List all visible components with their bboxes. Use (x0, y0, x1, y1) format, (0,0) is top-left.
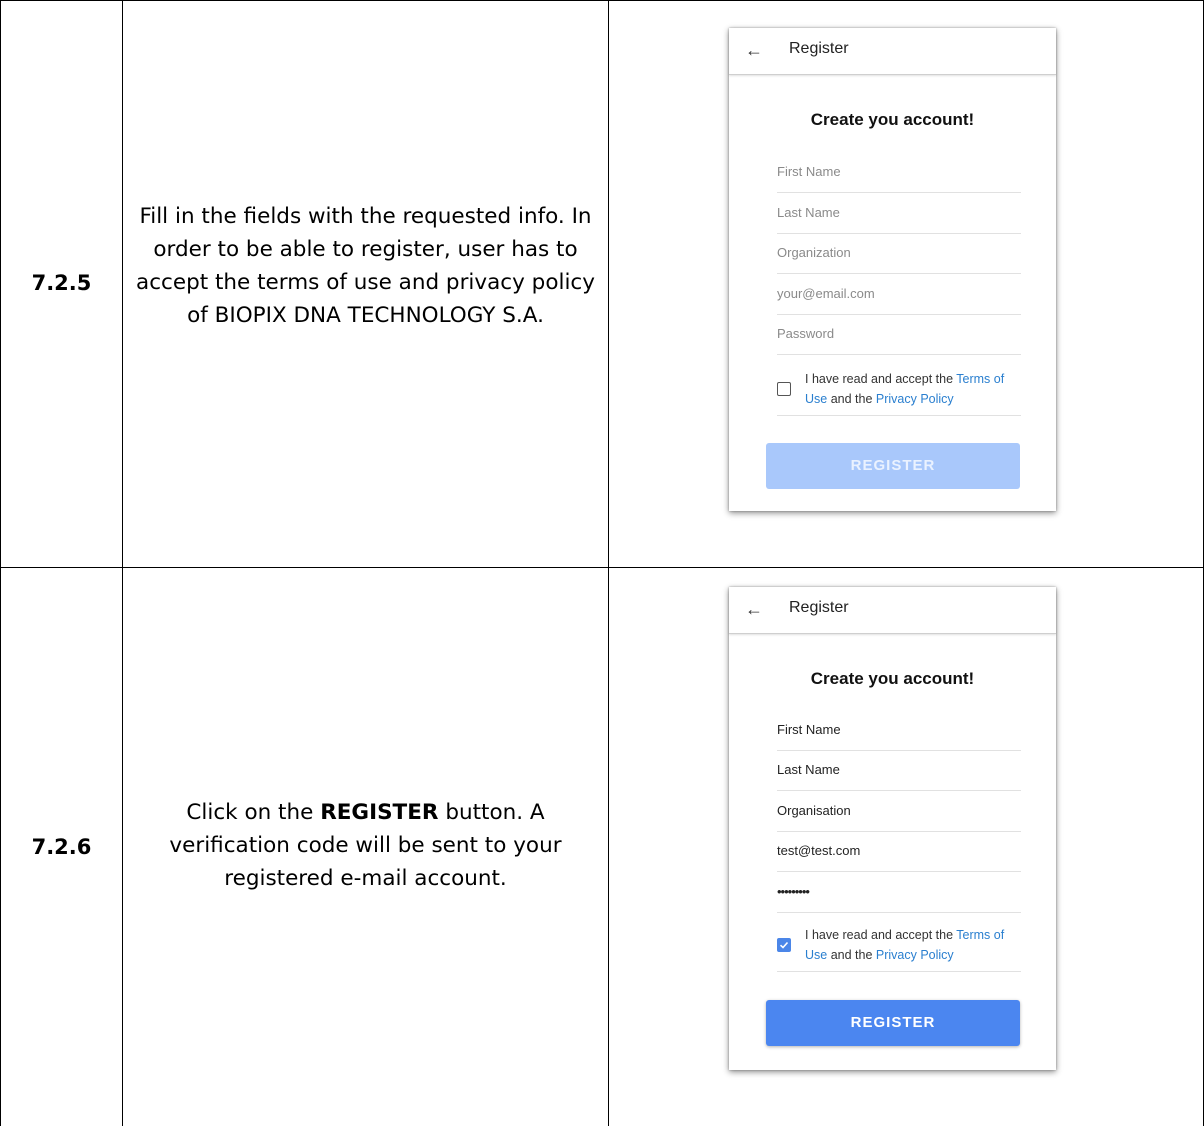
terms-label: I have read and accept the Terms of Use … (805, 925, 1021, 965)
terms-row: I have read and accept the Terms of Use … (777, 363, 1021, 416)
table-border-top (0, 0, 1204, 1)
arrow-left-icon[interactable]: ← (745, 38, 763, 62)
form-title: Create you account! (810, 669, 975, 688)
last-name-field (777, 750, 1021, 791)
privacy-policy-link[interactable]: Privacy Policy (876, 392, 954, 406)
register-screen: ← Register Create you account! I have re… (729, 587, 1056, 1070)
app-bar: ← Register (729, 587, 1056, 634)
password-input[interactable] (777, 872, 1017, 910)
arrow-left-icon[interactable]: ← (745, 597, 763, 621)
first-name-field (777, 710, 1021, 751)
app-bar-title: Register (789, 599, 849, 616)
email-field (777, 274, 1021, 315)
password-field (777, 872, 1021, 913)
check-icon (779, 941, 789, 949)
terms-checkbox[interactable] (777, 382, 791, 396)
terms-middle: and the (827, 948, 876, 962)
register-screen: ← Register Create you account! I have re… (729, 28, 1056, 511)
first-name-input[interactable] (777, 710, 1017, 748)
register-button[interactable]: REGISTER (766, 1000, 1020, 1046)
terms-middle: and the (827, 392, 876, 406)
terms-label: I have read and accept the Terms of Use … (805, 369, 1021, 409)
first-name-input[interactable] (777, 152, 1017, 190)
password-input[interactable] (777, 314, 1017, 352)
step-description: Click on the REGISTER button. A verifica… (123, 796, 608, 895)
step-number: 7.2.5 (31, 271, 92, 295)
row-divider (0, 567, 1204, 568)
last-name-field (777, 193, 1021, 234)
app-bar: ← Register (729, 28, 1056, 75)
first-name-field (777, 152, 1021, 193)
email-field (777, 831, 1021, 872)
organization-field (777, 791, 1021, 832)
step-description-prefix: Click on the (186, 800, 321, 825)
step-description: Fill in the fields with the requested in… (123, 200, 608, 332)
last-name-input[interactable] (777, 750, 1017, 788)
form-title: Create you account! (810, 110, 975, 129)
step-number: 7.2.6 (31, 835, 92, 859)
privacy-policy-link[interactable]: Privacy Policy (876, 948, 954, 962)
terms-prefix: I have read and accept the (805, 372, 957, 386)
step-description-bold: REGISTER (320, 800, 439, 825)
email-input[interactable] (777, 274, 1017, 312)
step-description-text: Fill in the fields with the requested in… (136, 204, 595, 328)
app-bar-title: Register (789, 40, 849, 57)
organization-input[interactable] (777, 233, 1017, 271)
email-input[interactable] (777, 831, 1017, 869)
organization-field (777, 233, 1021, 274)
terms-prefix: I have read and accept the (805, 928, 957, 942)
password-field (777, 314, 1021, 355)
table-border-left (0, 0, 1, 1126)
terms-checkbox[interactable] (777, 938, 791, 952)
column-divider-2 (608, 0, 609, 1126)
last-name-input[interactable] (777, 193, 1017, 231)
terms-row: I have read and accept the Terms of Use … (777, 919, 1021, 972)
column-divider-1 (122, 0, 123, 1126)
register-button[interactable]: REGISTER (766, 443, 1020, 489)
organization-input[interactable] (777, 791, 1017, 829)
